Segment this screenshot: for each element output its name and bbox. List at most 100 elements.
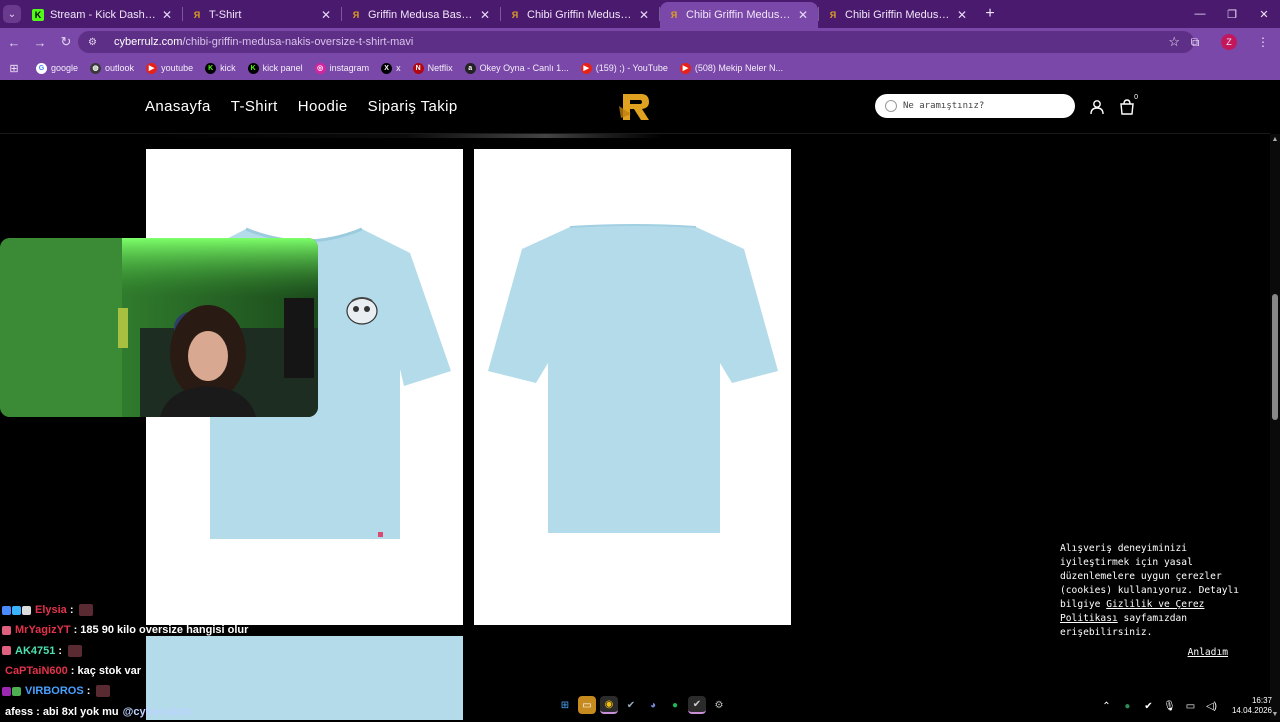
browser-tab[interactable]: Я Chibi Griffin Medusa Nakış Ove ✕ <box>660 2 818 28</box>
nav-link[interactable]: Anasayfa <box>145 98 211 115</box>
bookmark-item[interactable]: Kkick <box>205 62 236 74</box>
spotify-icon[interactable]: ● <box>666 696 684 714</box>
tray-overflow-icon[interactable]: ⌃ <box>1096 701 1117 712</box>
youtube-icon: ▶ <box>146 62 158 74</box>
chat-emote-icon <box>68 644 83 657</box>
page-scrollbar[interactable]: ▲ ▼ <box>1270 134 1280 720</box>
url-path: /chibi-griffin-medusa-nakis-oversize-t-s… <box>182 36 414 48</box>
chat-username[interactable]: Elysia <box>35 604 67 616</box>
chrome-icon[interactable]: ◉ <box>600 696 618 714</box>
nav-link[interactable]: Sipariş Takip <box>368 98 458 115</box>
scrollbar-thumb[interactable] <box>1272 294 1278 420</box>
profile-avatar[interactable]: Z <box>1221 34 1237 50</box>
bookmark-item[interactable]: ▶ (508) Mekip Neler N... <box>679 62 783 74</box>
bookmark-label: Netflix <box>427 63 453 73</box>
bookmark-label: instagram <box>329 63 370 73</box>
bookmark-item[interactable]: ▶ (159) ;) - YouTube <box>580 62 668 74</box>
more-menu-icon[interactable]: ⋮ <box>1246 35 1280 49</box>
kick-studio-icon[interactable]: ✔ <box>688 696 706 714</box>
tab-search-button[interactable]: ⌄ <box>0 0 24 28</box>
kick-icon: K <box>247 62 259 74</box>
extensions-icon[interactable]: ⧉ <box>1178 35 1212 50</box>
windows-start-icon[interactable]: ⊞ <box>556 696 574 714</box>
bookmark-label: kick panel <box>262 63 303 73</box>
instagram-icon: ◎ <box>314 62 326 74</box>
search-input[interactable]: Ne aramıştınız? <box>875 94 1075 118</box>
netflix-icon: N <box>412 62 424 74</box>
browser-tab[interactable]: Я Chibi Griffin Medusa Nakış Ove ✕ <box>819 2 977 28</box>
youtube-icon: ▶ <box>679 62 691 74</box>
apps-grid-icon[interactable]: ⊞ <box>6 62 22 75</box>
close-tab-icon[interactable]: ✕ <box>478 8 492 22</box>
chat-message: Elysia: <box>2 600 422 620</box>
tab-title: T-Shirt <box>209 9 242 21</box>
discord-icon[interactable]: ◕ <box>644 696 662 714</box>
browser-toolbar: ← → ↻ ⚙ cyberrulz.com/chibi-griffin-medu… <box>0 28 1280 56</box>
bookmark-item[interactable]: Kkick panel <box>247 62 303 74</box>
site-header: Anasayfa T-Shirt Hoodie Sipariş Takip Ne ar… <box>0 80 1270 134</box>
steam-icon[interactable]: ✔ <box>622 696 640 714</box>
close-window-button[interactable]: ✕ <box>1248 0 1280 28</box>
close-tab-icon[interactable]: ✕ <box>160 8 174 22</box>
tshirt-back-image <box>488 224 778 533</box>
bookmark-label: (159) ;) - YouTube <box>595 63 668 73</box>
browser-tab[interactable]: Я T-Shirt ✕ <box>183 2 341 28</box>
scroll-up-icon[interactable]: ▲ <box>1270 136 1280 143</box>
reload-button[interactable]: ↻ <box>54 30 78 54</box>
browser-tab[interactable]: Я Griffin Medusa Baskı T-Shirt - S ✕ <box>342 2 500 28</box>
bookmark-item[interactable]: ▶ youtube <box>146 62 194 74</box>
chat-separator: : <box>70 665 75 678</box>
browser-tab[interactable]: Я Chibi Griffin Medusa Nakış Ove ✕ <box>501 2 659 28</box>
bookmark-item[interactable]: N Netflix <box>412 62 453 74</box>
back-button[interactable]: ← <box>2 30 26 54</box>
address-bar[interactable]: ⚙ cyberrulz.com/chibi-griffin-medusa-nak… <box>78 31 1194 53</box>
cyberrulz-icon: Я <box>352 10 360 20</box>
browser-tab[interactable]: K Stream - Kick Dashboard ✕ <box>24 2 182 28</box>
url-domain: cyberrulz.com <box>114 36 183 48</box>
system-clock[interactable]: 16:37 14.04.2026 <box>1232 696 1272 716</box>
bookmark-item[interactable]: ◍ outlook <box>90 62 134 74</box>
search-placeholder: Ne aramıştınız? <box>903 101 985 111</box>
forward-button[interactable]: → <box>28 30 52 54</box>
file-explorer-icon[interactable]: ▭ <box>578 696 596 714</box>
restore-button[interactable]: ❐ <box>1216 0 1248 28</box>
webcam-feed-image <box>0 238 318 417</box>
bookmark-item[interactable]: a Okey Oyna - Canlı 1... <box>464 62 569 74</box>
user-icon[interactable] <box>1087 97 1107 117</box>
cookie-accept-button[interactable]: Anladım <box>1188 646 1228 660</box>
bookmark-label: youtube <box>161 63 194 73</box>
embroidery-patch <box>346 297 378 325</box>
close-tab-icon[interactable]: ✕ <box>319 8 333 22</box>
bookmark-item[interactable]: Xx <box>381 62 401 74</box>
close-tab-icon[interactable]: ✕ <box>955 8 969 22</box>
new-tab-button[interactable]: + <box>977 5 1003 23</box>
chat-username[interactable]: AK4751 <box>15 645 55 657</box>
minimize-button[interactable]: — <box>1184 0 1216 28</box>
chat-badge-icon <box>12 605 21 615</box>
tab-title: Chibi Griffin Medusa Nakış Ove <box>527 9 633 21</box>
youtube-icon: ▶ <box>580 62 592 74</box>
nav-link[interactable]: Hoodie <box>298 98 348 115</box>
product-image-back[interactable] <box>474 149 791 625</box>
tab-title: Griffin Medusa Baskı T-Shirt - S <box>368 9 474 21</box>
bookmark-item[interactable]: ◎ instagram <box>314 62 370 74</box>
cyberrulz-logo[interactable] <box>617 90 653 124</box>
microphone-icon[interactable]: 🎙︎ <box>1159 701 1180 712</box>
globe-icon: ◍ <box>90 62 102 74</box>
volume-icon[interactable]: ◁) <box>1201 701 1222 712</box>
network-icon[interactable]: ▭ <box>1180 701 1201 712</box>
cart-icon[interactable]: 0 <box>1117 94 1138 117</box>
tray-app-icon[interactable]: ● <box>1117 701 1138 712</box>
chat-message: AK4751: <box>2 641 422 661</box>
close-tab-icon[interactable]: ✕ <box>796 8 810 22</box>
x-icon: X <box>381 62 393 74</box>
chat-badge-icon <box>2 646 11 656</box>
site-info-icon[interactable]: ⚙ <box>88 37 100 48</box>
chat-username[interactable]: MrYagizYT <box>15 624 71 636</box>
nav-link[interactable]: T-Shirt <box>231 98 278 115</box>
tray-steam-icon[interactable]: ✔ <box>1138 701 1159 712</box>
bookmark-item[interactable]: Ggoogle <box>36 62 78 74</box>
chat-username[interactable]: CaPTaiN600 <box>5 665 68 677</box>
settings-icon[interactable]: ⚙ <box>710 696 728 714</box>
close-tab-icon[interactable]: ✕ <box>637 8 651 22</box>
